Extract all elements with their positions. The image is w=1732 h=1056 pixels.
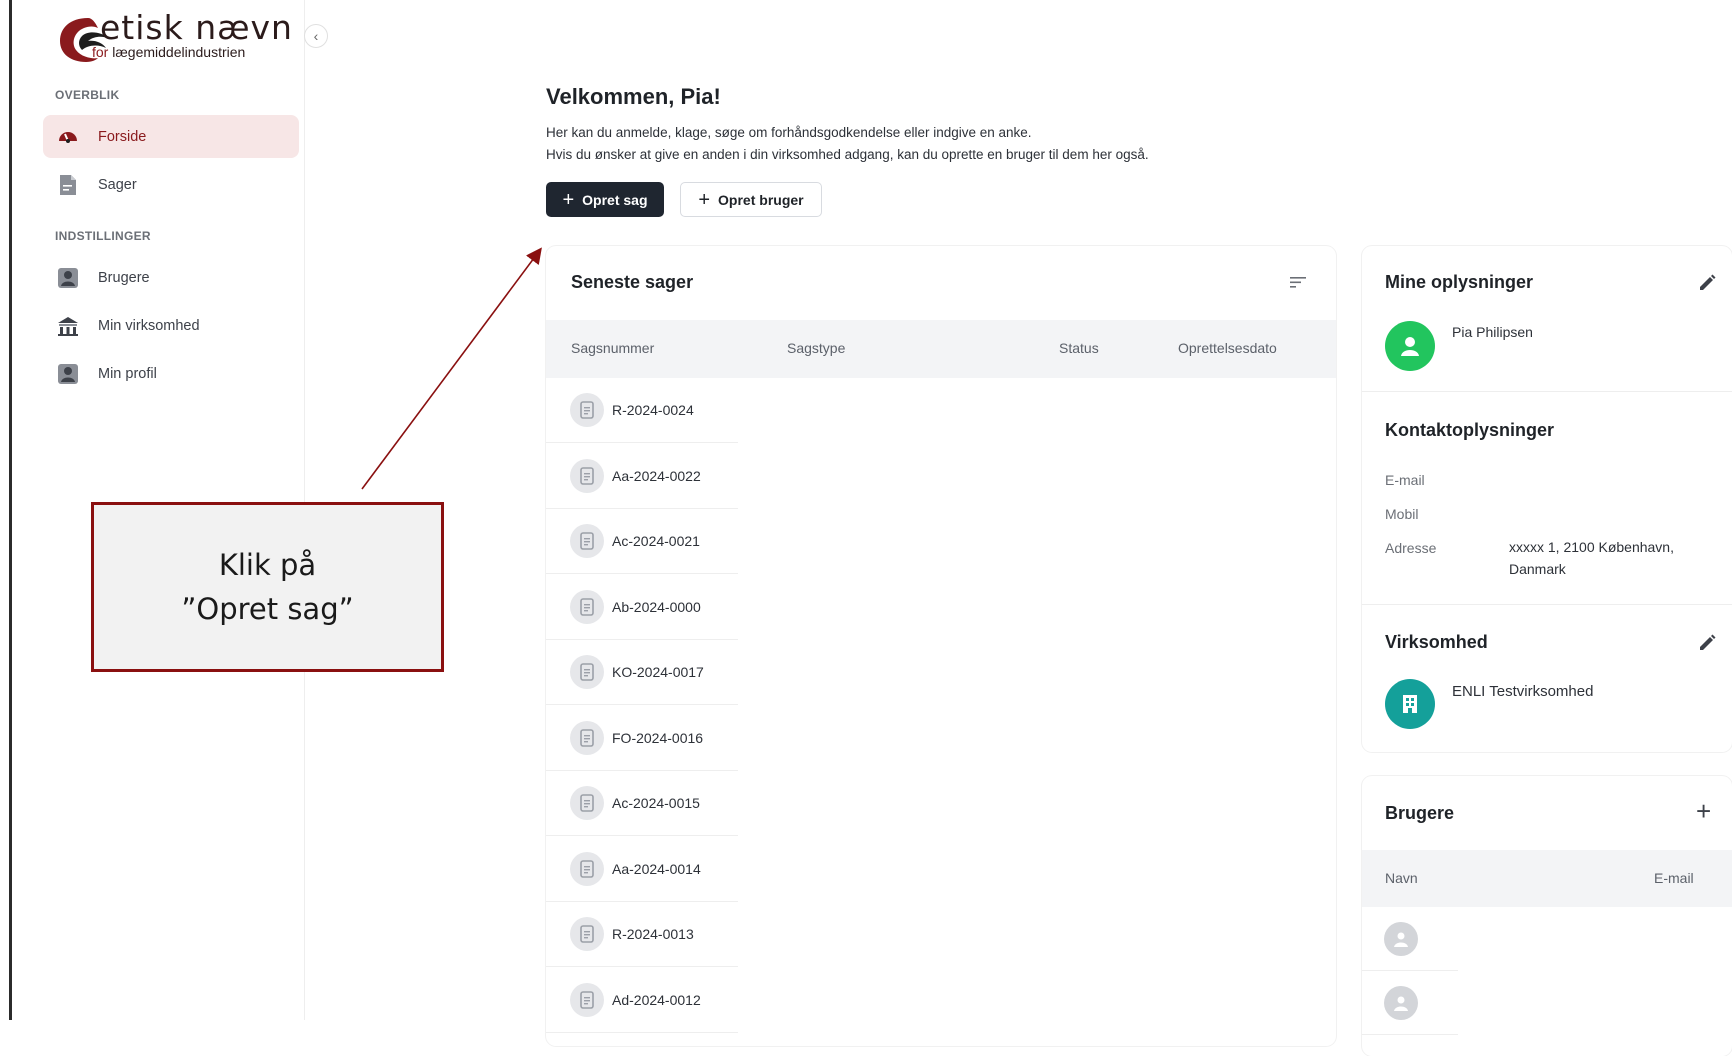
annotation-callout: Klik på ”Opret sag”: [91, 502, 444, 672]
callout-line2: ”Opret sag”: [181, 592, 354, 626]
callout-line1: Klik på: [218, 548, 317, 582]
